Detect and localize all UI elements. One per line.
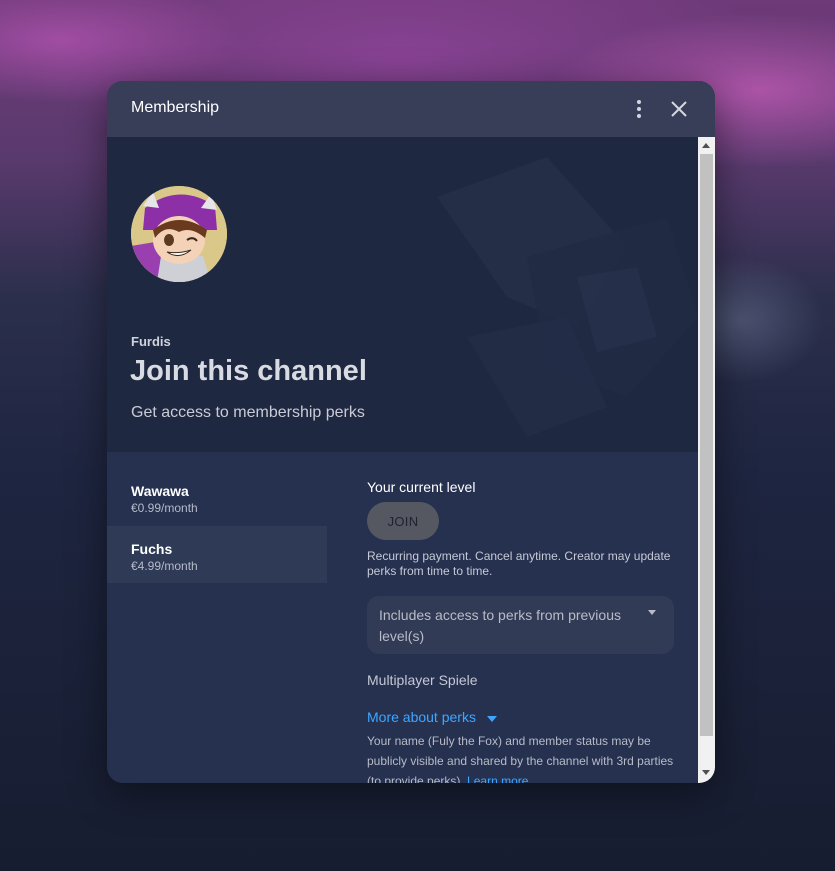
membership-subheading: Get access to membership perks bbox=[131, 404, 365, 421]
chevron-down-icon[interactable] bbox=[487, 716, 497, 722]
more-about-perks-link[interactable]: More about perks bbox=[367, 709, 476, 725]
close-icon[interactable] bbox=[665, 95, 693, 123]
channel-name: Furdis bbox=[131, 334, 171, 349]
includes-previous-perks-dropdown[interactable]: Includes access to perks from previous l… bbox=[367, 596, 674, 654]
join-channel-heading: Join this channel bbox=[130, 355, 367, 387]
more-vert-icon[interactable] bbox=[627, 95, 651, 123]
membership-levels-section: Wawawa €0.99/month Fuchs €4.99/month You… bbox=[107, 452, 698, 783]
channel-avatar[interactable] bbox=[131, 186, 227, 282]
perk-item: Multiplayer Spiele bbox=[367, 672, 478, 688]
membership-dialog: Membership Furdis Join this channel Get … bbox=[107, 81, 715, 783]
join-button[interactable]: JOIN bbox=[367, 502, 439, 540]
current-level-label: Your current level bbox=[367, 479, 476, 495]
privacy-notice: Your name (Fuly the Fox) and member stat… bbox=[367, 731, 677, 783]
dialog-title: Membership bbox=[131, 99, 220, 116]
tier-wawawa[interactable]: Wawawa €0.99/month bbox=[107, 468, 327, 525]
chevron-down-icon bbox=[648, 610, 656, 615]
learn-more-link[interactable]: Learn more bbox=[467, 774, 528, 783]
scroll-up-arrow-icon[interactable] bbox=[702, 143, 710, 148]
recurring-payment-text: Recurring payment. Cancel anytime. Creat… bbox=[367, 549, 671, 578]
scroll-down-arrow-icon[interactable] bbox=[702, 770, 710, 775]
tier-price: €0.99/month bbox=[131, 501, 198, 515]
tier-name: Fuchs bbox=[131, 541, 173, 557]
includes-previous-perks-text: Includes access to perks from previous l… bbox=[379, 607, 621, 644]
dialog-header: Membership bbox=[107, 81, 715, 137]
dialog-content: Furdis Join this channel Get access to m… bbox=[107, 137, 698, 783]
tier-price: €4.99/month bbox=[131, 559, 198, 573]
channel-banner: Furdis Join this channel Get access to m… bbox=[107, 137, 698, 452]
tier-name: Wawawa bbox=[131, 483, 189, 499]
tier-fuchs[interactable]: Fuchs €4.99/month bbox=[107, 526, 327, 583]
scrollbar-thumb[interactable] bbox=[700, 154, 713, 736]
scrollbar[interactable] bbox=[698, 137, 715, 783]
